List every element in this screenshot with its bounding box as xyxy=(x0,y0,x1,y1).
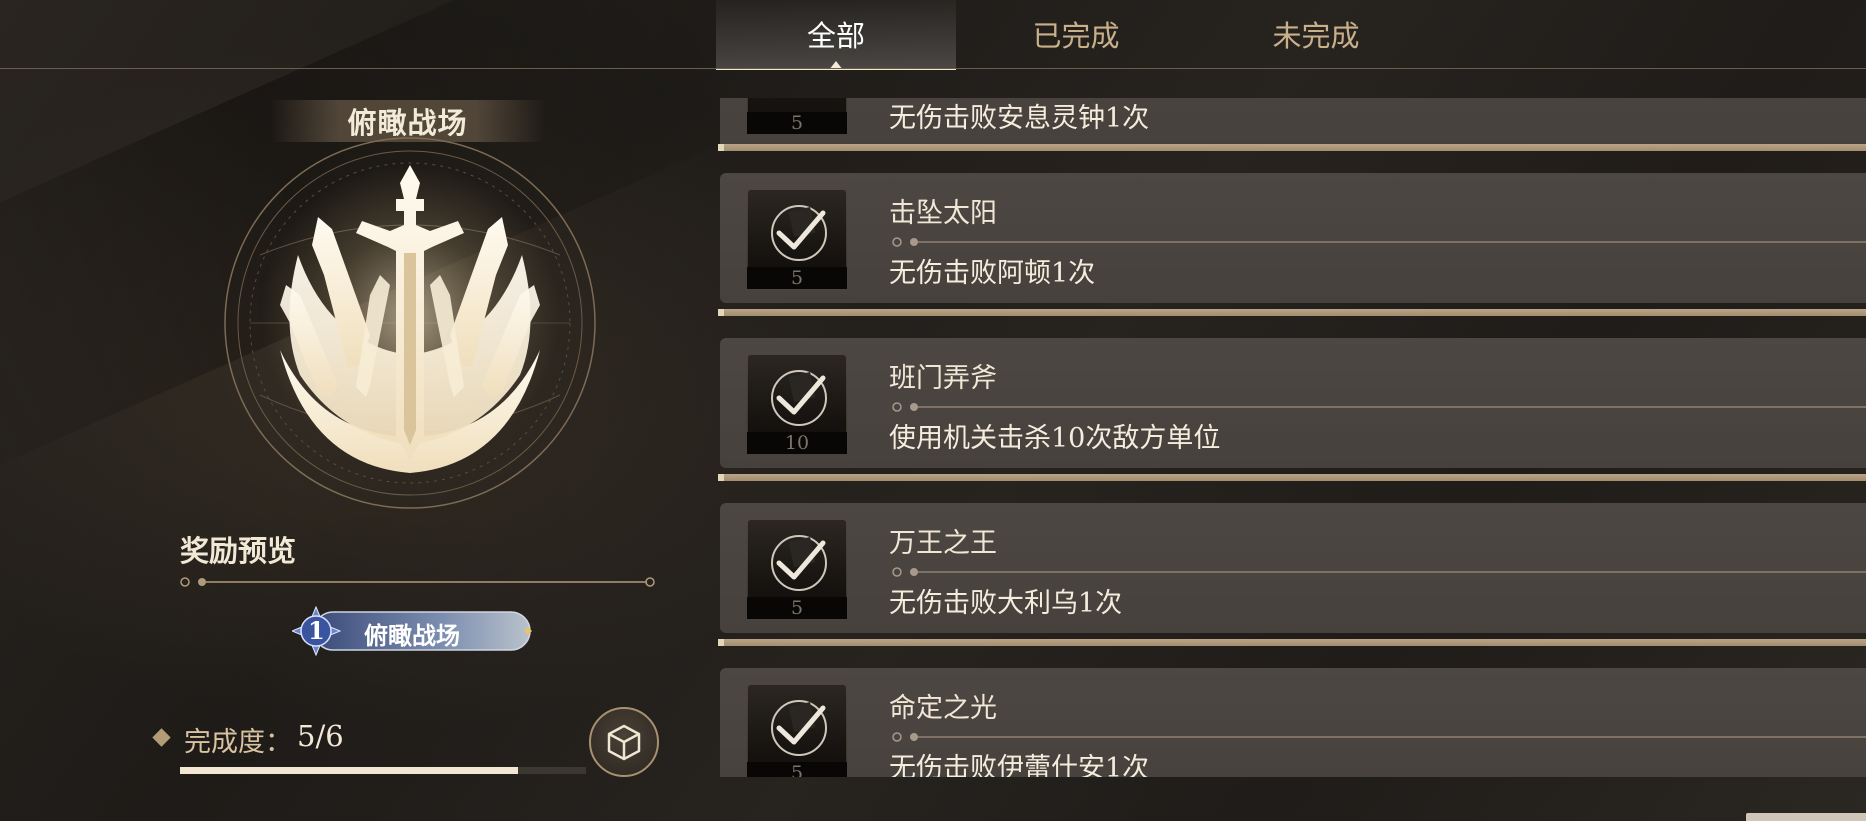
cube-button[interactable] xyxy=(589,707,659,777)
achievement-description: 使用机关击杀10次敌方单位 xyxy=(889,423,1221,454)
achievement-description: 无伤击败安息灵钟1次 xyxy=(889,103,1150,134)
card-separator xyxy=(718,474,1866,481)
completion-progress-bar xyxy=(180,767,586,774)
achievement-name: 班门弄斧 xyxy=(889,363,997,394)
reward-preview-heading: 奖励预览 xyxy=(180,534,297,568)
reward-preview-divider xyxy=(180,577,655,587)
achievement-count: 5 xyxy=(747,112,847,134)
achievement-card[interactable]: 5 击坠太阳 无伤击败阿顿1次 xyxy=(720,173,1866,303)
crossed-swords-emblem-icon xyxy=(220,135,600,515)
achievement-name: 万王之王 xyxy=(889,528,997,559)
completion-value: 5/6 xyxy=(297,719,344,753)
completed-checkmark-icon xyxy=(771,205,827,261)
achievement-icon: 10 xyxy=(747,354,847,454)
tab-all-label: 全部 xyxy=(806,19,865,53)
achievement-list[interactable]: 5 无伤击败安息灵钟1次 5 击坠太阳 无伤击败阿顿1次 10 班门弄斧 使用机… xyxy=(718,98,1866,777)
achievement-divider xyxy=(892,732,1866,742)
achievement-divider xyxy=(892,402,1866,412)
completed-checkmark-icon xyxy=(771,370,827,426)
reward-item-label: 俯瞰战场 xyxy=(364,621,460,650)
achievement-card[interactable]: 5 万王之王 无伤击败大利乌1次 xyxy=(720,503,1866,633)
tab-incomplete-label: 未完成 xyxy=(1272,19,1360,53)
achievement-divider xyxy=(892,237,1866,247)
tab-completed-label: 已完成 xyxy=(1032,19,1120,53)
diamond-bullet-icon xyxy=(152,728,171,747)
card-separator xyxy=(718,309,1866,316)
tab-incomplete[interactable]: 未完成 xyxy=(1196,0,1436,68)
achievement-icon: 5 xyxy=(747,684,847,777)
achievement-name: 击坠太阳 xyxy=(889,198,997,229)
card-separator xyxy=(718,144,1866,151)
achievement-description: 无伤击败阿顿1次 xyxy=(889,258,1096,289)
achievement-count: 5 xyxy=(747,597,847,619)
reward-count-badge: 1 xyxy=(308,616,325,645)
completed-checkmark-icon xyxy=(771,535,827,591)
completion-progress-fill xyxy=(180,767,519,774)
card-separator xyxy=(718,639,1866,646)
achievement-icon: 5 xyxy=(747,519,847,619)
tab-completed[interactable]: 已完成 xyxy=(956,0,1196,68)
achievement-card[interactable]: 5 无伤击败安息灵钟1次 xyxy=(720,98,1866,148)
achievement-count: 5 xyxy=(747,762,847,777)
achievement-description: 无伤击败大利乌1次 xyxy=(889,588,1123,619)
completion-label: 完成度： xyxy=(184,727,292,758)
reward-item-chip[interactable]: 1 俯瞰战场 xyxy=(292,606,534,656)
cube-icon xyxy=(607,724,641,761)
achievement-icon: 5 xyxy=(747,189,847,289)
achievement-name: 命定之光 xyxy=(889,693,997,724)
achievement-count: 5 xyxy=(747,267,847,289)
tab-all[interactable]: 全部 xyxy=(716,0,956,70)
scroll-indicator xyxy=(1746,813,1866,821)
completed-checkmark-icon xyxy=(771,700,827,756)
header-divider xyxy=(0,68,1866,69)
achievement-description: 无伤击败伊蕾什安1次 xyxy=(889,753,1150,777)
achievement-divider xyxy=(892,567,1866,577)
achievement-icon: 5 xyxy=(747,98,847,134)
achievement-count: 10 xyxy=(747,432,847,454)
achievement-card[interactable]: 5 命定之光 无伤击败伊蕾什安1次 xyxy=(720,668,1866,777)
achievement-card[interactable]: 10 班门弄斧 使用机关击杀10次敌方单位 xyxy=(720,338,1866,468)
